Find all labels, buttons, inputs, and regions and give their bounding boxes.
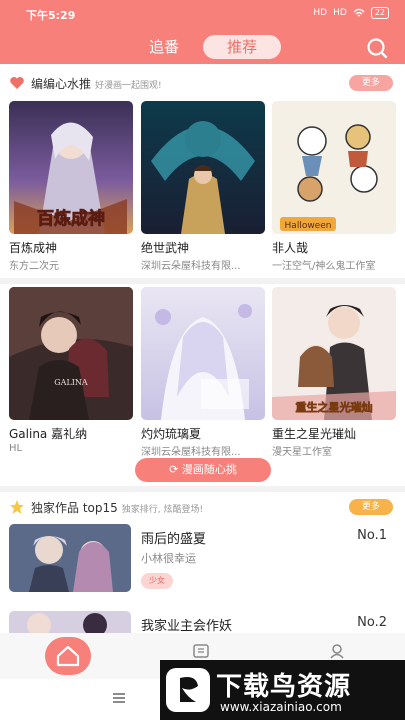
comic-cover: [141, 101, 265, 234]
comic-name: 绝世武神: [141, 241, 190, 255]
divider: [0, 278, 405, 284]
editor-pick-header: 编编心水推 好漫画一起围观! 更多: [0, 70, 405, 96]
status-bar: 下午5:29 HD HD 22: [0, 0, 405, 26]
cover-title: 百炼成神: [37, 208, 105, 229]
exclusive-header: 独家作品 top15 独家排行, 炫酷登场! 更多: [0, 494, 405, 520]
comic-author: HL: [9, 443, 23, 454]
comic-author: 深圳云朵屋科技有限...: [141, 447, 241, 458]
comic-author: 东方二次元: [9, 261, 59, 272]
section-title: 编编心水推 好漫画一起围观!: [31, 77, 162, 91]
more-button[interactable]: 更多: [349, 499, 393, 515]
section-subtitle: 好漫画一起围观!: [95, 81, 162, 91]
rank-label: No.1: [357, 528, 387, 543]
cover-title: Halloween: [285, 221, 332, 231]
comic-card[interactable]: Halloween 非人哉 一汪空气/神么鬼工作室: [272, 101, 396, 281]
comic-card[interactable]: 灼灼琉璃夏 深圳云朵屋科技有限...: [141, 287, 265, 467]
cover-title: 重生之星光璀灿: [296, 400, 373, 414]
comic-author: 小林很幸运: [141, 552, 196, 565]
signal-icon: HD: [313, 8, 328, 18]
refresh-icon: ⟳: [169, 463, 182, 476]
signal-icon-2: HD: [333, 8, 347, 18]
comic-thumb: [9, 524, 131, 592]
profile-icon[interactable]: [328, 642, 346, 660]
bookshelf-icon[interactable]: [192, 642, 210, 660]
random-pick-label: 漫画随心挑: [181, 463, 237, 476]
rank-label: No.2: [357, 615, 387, 630]
list-item[interactable]: 我家业主会作妖 No.2: [0, 611, 405, 633]
home-icon: [56, 645, 80, 667]
battery-icon: 22: [370, 7, 389, 19]
divider: [0, 486, 405, 492]
comic-card[interactable]: 重生之星光璀灿 重生之星光璀灿 漫天星工作室: [272, 287, 396, 467]
genre-tag: 少女: [141, 573, 173, 589]
comic-author: 深圳云朵屋科技有限...: [141, 261, 241, 272]
status-icons: HD HD 22: [313, 7, 389, 19]
watermark: 下载鸟资源 www.xiazainiao.com: [160, 660, 405, 720]
comic-name: 重生之星光璀灿: [272, 427, 357, 441]
random-pick-button[interactable]: ⟳ 漫画随心挑: [135, 458, 271, 482]
comic-name: Galina 嘉礼纳: [9, 427, 88, 441]
tab-home[interactable]: [45, 637, 91, 675]
comic-card[interactable]: 百炼成神 百炼成神 东方二次元: [9, 101, 133, 281]
comic-cover: 重生之星光璀灿: [272, 287, 396, 420]
heart-icon: [10, 77, 24, 89]
top-header: 下午5:29 HD HD 22 追番 推荐: [0, 0, 405, 64]
comic-cover: GALINA: [9, 287, 133, 420]
watermark-url: www.xiazainiao.com: [220, 700, 342, 714]
comic-name: 百炼成神: [9, 241, 58, 255]
search-icon[interactable]: [365, 36, 389, 60]
comic-title: 雨后的盛夏: [141, 532, 207, 547]
tab-follow[interactable]: 追番: [144, 35, 184, 59]
watermark-logo: [166, 668, 210, 712]
comic-thumb: [9, 611, 131, 633]
list-item[interactable]: 雨后的盛夏 小林很幸运 少女 No.1: [0, 524, 405, 604]
comic-author: 一汪空气/神么鬼工作室: [272, 261, 376, 272]
watermark-text: 下载鸟资源: [216, 672, 352, 702]
comic-cover: Halloween: [272, 101, 396, 234]
comic-name: 灼灼琉璃夏: [141, 427, 202, 441]
star-icon: [10, 500, 24, 514]
wifi-icon: [353, 8, 365, 17]
comic-name: 非人哉: [272, 241, 309, 255]
more-button[interactable]: 更多: [349, 75, 393, 91]
comic-cover: [141, 287, 265, 420]
comic-author: 漫天星工作室: [272, 447, 332, 458]
section-subtitle: 独家排行, 炫酷登场!: [121, 505, 204, 515]
comic-cover: 百炼成神: [9, 101, 133, 234]
comic-card[interactable]: 绝世武神 深圳云朵屋科技有限...: [141, 101, 265, 281]
top-nav: 追番 推荐: [0, 34, 405, 60]
comic-title: 我家业主会作妖: [141, 619, 233, 633]
comic-card[interactable]: GALINA Galina 嘉礼纳 HL: [9, 287, 133, 467]
menu-icon[interactable]: [112, 692, 126, 704]
section-title: 独家作品 top15 独家排行, 炫酷登场!: [31, 501, 204, 515]
tab-recommend[interactable]: 推荐: [203, 35, 281, 59]
cover-title: GALINA: [54, 378, 88, 387]
status-time: 下午5:29: [26, 9, 76, 22]
